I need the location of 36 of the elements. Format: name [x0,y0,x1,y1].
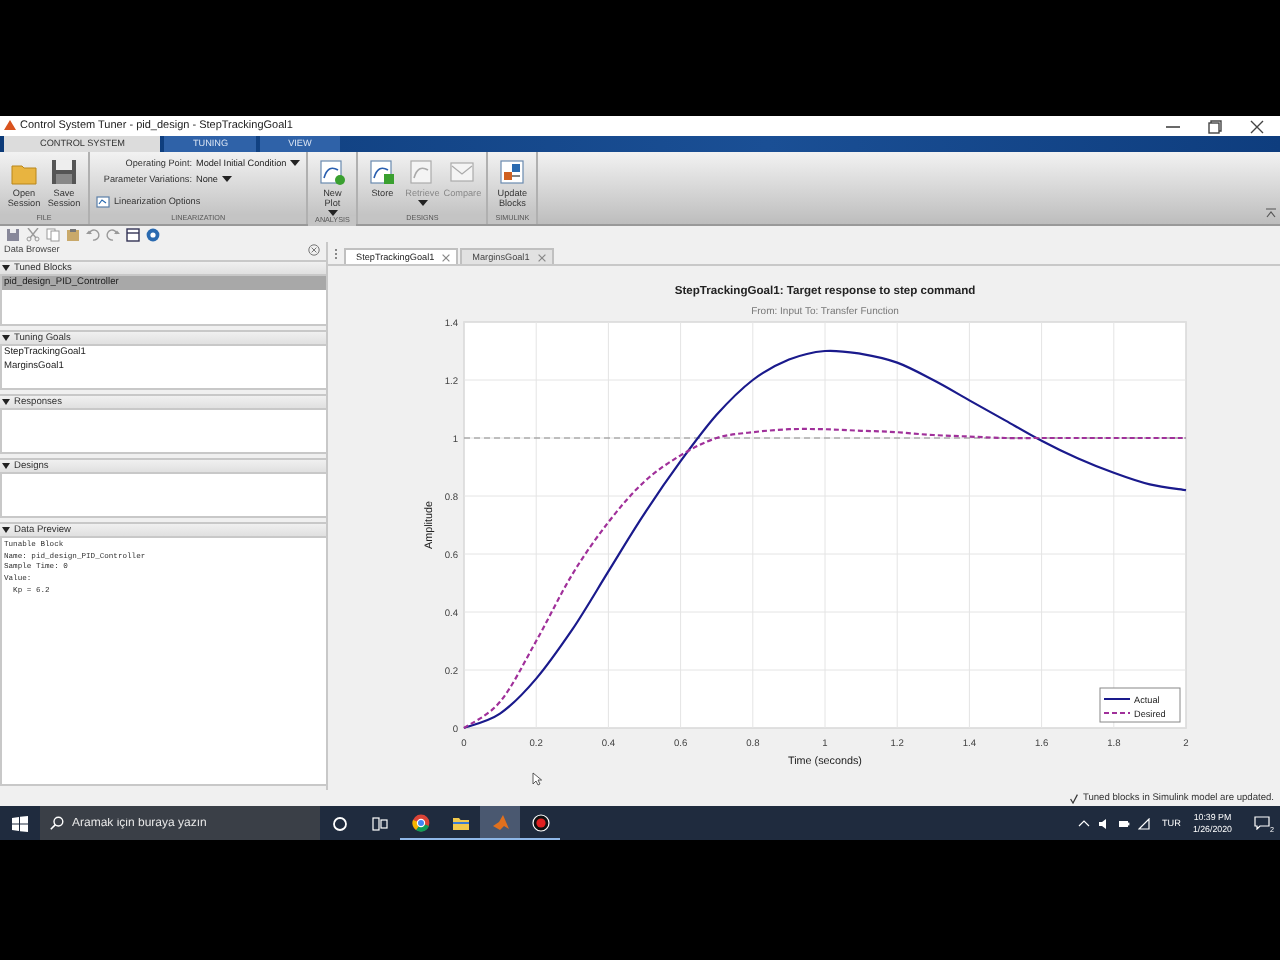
close-icon [537,253,546,261]
message-icon [1254,816,1270,830]
circle-icon[interactable] [332,815,348,831]
search-icon [50,816,64,830]
caret-icon [290,160,301,166]
task-view-icon[interactable] [372,815,388,831]
close-icon [442,253,451,261]
save-icon[interactable] [6,227,20,241]
plot-icon [408,158,437,186]
help-icon[interactable] [146,227,160,241]
record-icon [531,813,549,831]
legend-line [1103,698,1131,700]
store-plot-icon [368,158,397,186]
envelope-icon [448,158,477,186]
folder-icon [451,813,469,831]
legend-line [1103,712,1131,714]
layout-icon[interactable] [126,227,140,241]
peak-icon [491,813,509,831]
chart-window-icon [96,194,110,208]
check-mark-icon [1070,793,1079,803]
battery-icon[interactable] [1118,817,1130,829]
mouse-pointer-icon [532,772,542,786]
expanded-arrow-icon [2,526,10,534]
new-plot-icon [318,158,347,186]
close-icon[interactable] [1250,119,1264,133]
caret-icon [221,176,232,182]
paste-icon[interactable] [66,227,80,241]
restore-icon[interactable] [1208,119,1222,133]
legend [1099,687,1181,723]
speaker-icon[interactable] [1098,817,1110,829]
app-logo-icon [4,120,16,132]
chevron-up-icon[interactable] [1078,817,1090,829]
browser-icon [411,813,429,831]
windows-logo-icon[interactable] [12,815,28,831]
collapse-icon [1266,208,1276,218]
blocks-icon [498,158,527,186]
